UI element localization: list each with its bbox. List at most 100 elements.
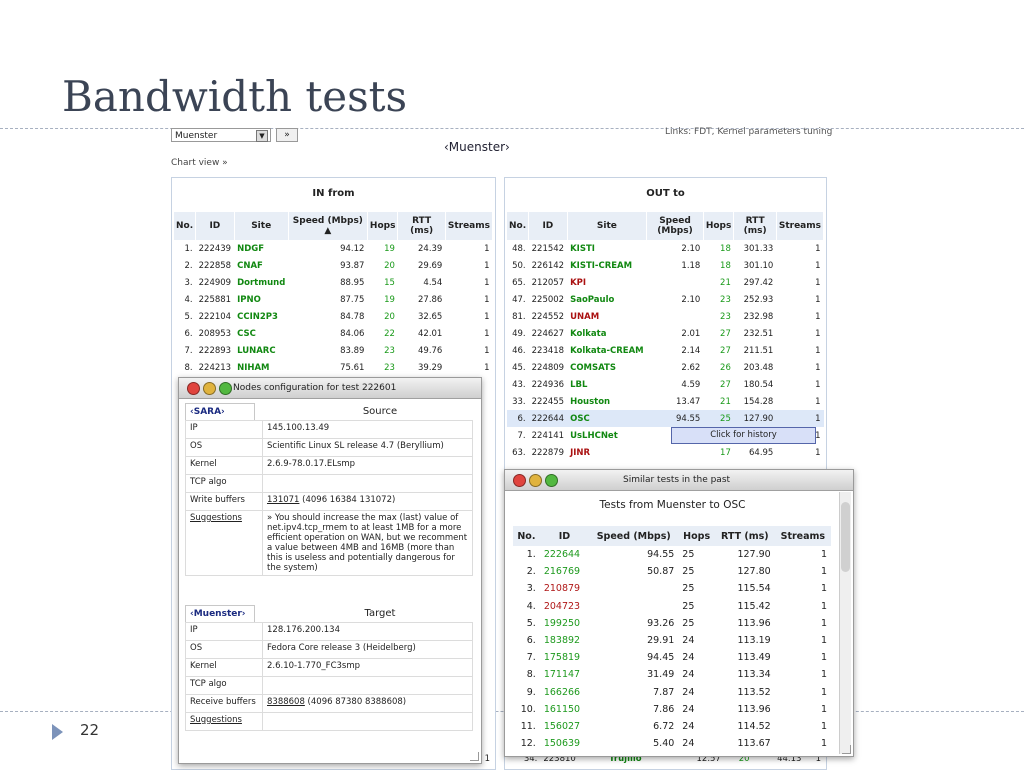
table-row[interactable]: 9. 166266 7.87 24 113.52 1 bbox=[513, 684, 831, 701]
go-button[interactable]: » bbox=[276, 128, 298, 142]
out-header-5[interactable]: RTT (ms) bbox=[733, 212, 777, 240]
table-row[interactable]: 2. 222858 CNAF 93.87 20 29.69 1 bbox=[174, 257, 493, 274]
config-row: IP 145.100.13.49 bbox=[185, 420, 473, 439]
vertical-scrollbar[interactable] bbox=[839, 492, 851, 754]
zoom-icon[interactable] bbox=[545, 474, 558, 487]
sim-header-5[interactable]: Streams bbox=[774, 526, 831, 546]
source-site-tab[interactable]: ‹SARA› bbox=[185, 403, 255, 420]
in-cell: 94.12 bbox=[340, 243, 365, 254]
sim-cell: 7. bbox=[526, 652, 536, 664]
minimize-icon[interactable] bbox=[203, 382, 216, 395]
close-icon[interactable] bbox=[187, 382, 200, 395]
table-row[interactable]: 47. 225002 SaoPaulo 2.10 23 252.93 1 bbox=[507, 291, 824, 308]
out-header-0[interactable]: No. bbox=[507, 212, 530, 240]
scrollbar-thumb[interactable] bbox=[841, 502, 850, 572]
resize-handle-icon[interactable] bbox=[470, 752, 479, 761]
table-row[interactable]: 12. 150639 5.40 24 113.67 1 bbox=[513, 735, 831, 752]
table-row[interactable]: 63. 222879 JINR 17 64.95 1 bbox=[507, 444, 824, 461]
out-cell: LBL bbox=[570, 379, 588, 390]
table-row[interactable]: 49. 224627 Kolkata 2.01 27 232.51 1 bbox=[507, 325, 824, 342]
table-row[interactable]: 6. 208953 CSC 84.06 22 42.01 1 bbox=[174, 325, 493, 342]
out-header-4[interactable]: Hops bbox=[703, 212, 735, 240]
zoom-icon[interactable] bbox=[219, 382, 232, 395]
table-row[interactable]: 3. 210879 25 115.54 1 bbox=[513, 580, 831, 597]
in-header-3[interactable]: Speed (Mbps) ▲ bbox=[288, 212, 368, 240]
table-row[interactable]: 8. 224213 NIHAM 75.61 23 39.29 1 bbox=[174, 359, 493, 376]
sim-header-3[interactable]: Hops bbox=[678, 526, 715, 546]
table-row[interactable]: 7. 175819 94.45 24 113.49 1 bbox=[513, 649, 831, 666]
in-header-5[interactable]: RTT (ms) bbox=[397, 212, 446, 240]
sim-cell: 5.40 bbox=[653, 738, 675, 750]
site-select[interactable]: Muenster ▼ bbox=[171, 128, 271, 142]
in-header-0[interactable]: No. bbox=[174, 212, 197, 240]
table-row[interactable]: 33. 222455 Houston 13.47 21 154.28 1 bbox=[507, 393, 824, 410]
in-header-4[interactable]: Hops bbox=[367, 212, 399, 240]
out-cell: 222644 bbox=[528, 410, 568, 427]
table-row[interactable]: 1. 222644 94.55 25 127.90 1 bbox=[513, 546, 831, 563]
bullet-triangle-icon bbox=[52, 724, 63, 740]
site-title[interactable]: ‹Muenster› bbox=[444, 140, 510, 154]
sim-cell: 24 bbox=[682, 635, 695, 647]
table-row[interactable]: 43. 224936 LBL 4.59 27 180.54 1 bbox=[507, 376, 824, 393]
table-row[interactable]: 50. 226142 KISTI-CREAM 1.18 18 301.10 1 bbox=[507, 257, 824, 274]
in-cell: Dortmund bbox=[237, 277, 286, 288]
table-row[interactable]: 4. 225881 IPNO 87.75 19 27.86 1 bbox=[174, 291, 493, 308]
table-row[interactable]: 2. 216769 50.87 25 127.80 1 bbox=[513, 563, 831, 580]
out-header-1[interactable]: ID bbox=[528, 212, 568, 240]
sim-header-0[interactable]: No. bbox=[513, 526, 540, 546]
sim-cell: 6.72 bbox=[653, 720, 675, 732]
out-header-2[interactable]: Site bbox=[567, 212, 648, 240]
out-cell: 222879 bbox=[531, 447, 565, 458]
table-row[interactable]: 45. 224809 COMSATS 2.62 26 203.48 1 bbox=[507, 359, 824, 376]
table-row[interactable]: 5. 222104 CCIN2P3 84.78 20 32.65 1 bbox=[174, 308, 493, 325]
close-icon[interactable] bbox=[513, 474, 526, 487]
table-row[interactable]: 6. 222644 OSC 94.55 25 127.90 1 bbox=[507, 410, 824, 427]
chart-view-link[interactable]: Chart view » bbox=[171, 158, 228, 168]
table-row[interactable]: 8. 171147 31.49 24 113.34 1 bbox=[513, 666, 831, 683]
in-header-6[interactable]: Streams bbox=[445, 212, 494, 240]
history-tooltip[interactable]: Click for history bbox=[671, 427, 816, 444]
suggestions-link[interactable]: Suggestions bbox=[185, 510, 263, 576]
buffer-link[interactable]: 131071 bbox=[267, 495, 299, 505]
sim-cell: 166266 bbox=[543, 686, 581, 698]
config-value: 131071 (4096 16384 131072) bbox=[262, 492, 473, 511]
out-header-6[interactable]: Streams bbox=[776, 212, 825, 240]
table-row[interactable]: 1. 222439 NDGF 94.12 19 24.39 1 bbox=[174, 240, 493, 257]
resize-handle-icon[interactable] bbox=[842, 745, 851, 754]
nodes-window-titlebar[interactable]: Nodes configuration for test 222601 bbox=[179, 378, 481, 399]
sim-header-2[interactable]: Speed (Mbps) bbox=[589, 526, 679, 546]
out-cell: 301.33 bbox=[743, 243, 774, 254]
target-site-tab[interactable]: ‹Muenster› bbox=[185, 605, 255, 622]
table-row[interactable]: 3. 224909 Dortmund 88.95 15 4.54 1 bbox=[174, 274, 493, 291]
in-cell: 225881 bbox=[198, 294, 232, 305]
out-cell: 1.18 bbox=[681, 260, 701, 271]
table-row[interactable]: 5. 199250 93.26 25 113.96 1 bbox=[513, 615, 831, 632]
in-cell: 1 bbox=[484, 294, 490, 305]
table-row[interactable]: 48. 221542 KISTI 2.10 18 301.33 1 bbox=[507, 240, 824, 257]
similar-window-titlebar[interactable]: Similar tests in the past bbox=[505, 470, 853, 491]
sim-cell bbox=[589, 598, 678, 615]
sim-cell: 10. bbox=[520, 703, 536, 715]
in-header-1[interactable]: ID bbox=[195, 212, 235, 240]
table-row[interactable]: 46. 223418 Kolkata-CREAM 2.14 27 211.51 1 bbox=[507, 342, 824, 359]
sim-header-4[interactable]: RTT (ms) bbox=[714, 526, 775, 546]
table-row[interactable]: 65. 212057 KPI 21 297.42 1 bbox=[507, 274, 824, 291]
in-cell: 15 bbox=[384, 277, 395, 288]
out-cell: 23 bbox=[720, 311, 731, 322]
in-cell: 20 bbox=[384, 311, 395, 322]
out-header-3[interactable]: Speed (Mbps) bbox=[646, 212, 704, 240]
table-row[interactable]: 10. 161150 7.86 24 113.96 1 bbox=[513, 701, 831, 718]
table-row[interactable]: 11. 156027 6.72 24 114.52 1 bbox=[513, 718, 831, 735]
minimize-icon[interactable] bbox=[529, 474, 542, 487]
table-row[interactable]: 4. 204723 25 115.42 1 bbox=[513, 598, 831, 615]
buffer-link[interactable]: 8388608 bbox=[267, 697, 305, 707]
in-cell: 1 bbox=[484, 260, 490, 271]
links-bar[interactable]: Links: FDT, Kernel parameters tuning bbox=[665, 127, 832, 137]
sim-cell: 31.49 bbox=[647, 669, 675, 681]
in-header-2[interactable]: Site bbox=[234, 212, 289, 240]
table-row[interactable]: 81. 224552 UNAM 23 232.98 1 bbox=[507, 308, 824, 325]
sim-header-1[interactable]: ID bbox=[539, 526, 590, 546]
suggestions-link[interactable]: Suggestions bbox=[185, 712, 263, 731]
table-row[interactable]: 7. 222893 LUNARC 83.89 23 49.76 1 bbox=[174, 342, 493, 359]
table-row[interactable]: 6. 183892 29.91 24 113.19 1 bbox=[513, 632, 831, 649]
